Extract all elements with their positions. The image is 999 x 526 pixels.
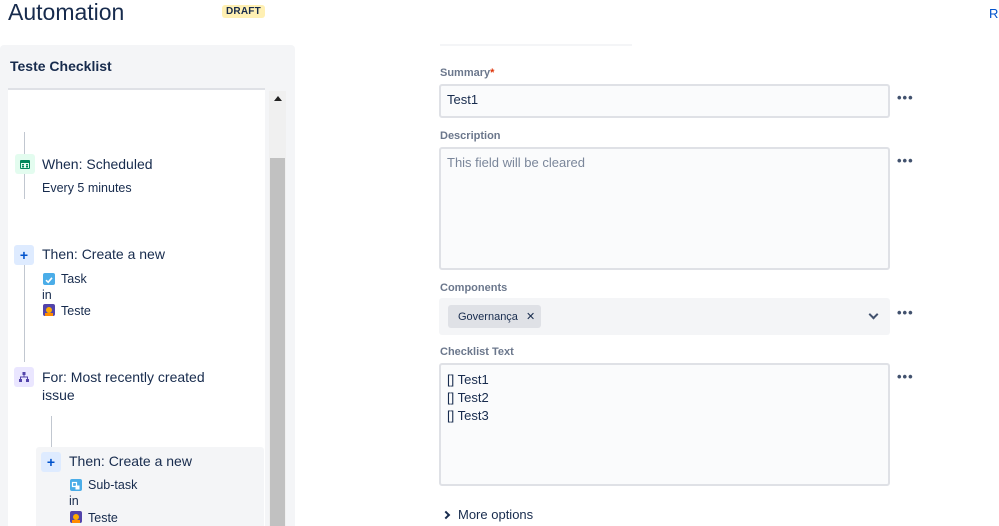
checklist-text-input[interactable]: [] Test1 [] Test2 [] Test3	[439, 363, 890, 486]
remove-tag-icon[interactable]: ✕	[526, 310, 535, 323]
summary-more-icon[interactable]: •••	[897, 90, 914, 105]
plus-icon: +	[14, 245, 34, 265]
component-tag: Governança ✕	[448, 305, 542, 328]
components-label: Components	[440, 282, 508, 294]
rule-title: Teste Checklist	[10, 58, 112, 74]
action-title: Then: Create a new	[69, 453, 192, 469]
component-tag-label: Governança	[458, 310, 518, 323]
draft-status-badge: DRAFT	[222, 5, 265, 18]
checklist-text-label: Checklist Text	[440, 346, 514, 358]
trigger-detail: Every 5 minutes	[42, 181, 132, 195]
components-more-icon[interactable]: •••	[897, 305, 914, 320]
rule-panel: Teste Checklist When: Scheduled Every 5 …	[0, 45, 295, 526]
calendar-icon	[15, 154, 35, 174]
project-label: Teste	[88, 511, 118, 525]
action-step-create-task[interactable]: + Then: Create a new Task in Teste	[8, 240, 265, 320]
branch-title-line2: issue	[42, 387, 75, 403]
chevron-down-icon[interactable]	[868, 309, 879, 320]
checklist-line: [] Test3	[447, 408, 489, 423]
project-label: Teste	[61, 304, 91, 318]
chevron-right-icon	[441, 510, 451, 519]
project-avatar-icon	[43, 304, 55, 316]
issue-type-label: Sub-task	[88, 478, 138, 492]
description-label: Description	[440, 130, 501, 142]
checklist-line: [] Test2	[447, 390, 489, 405]
action-title: Then: Create a new	[42, 246, 165, 262]
description-more-icon[interactable]: •••	[897, 153, 914, 168]
checklist-line: [] Test1	[447, 372, 489, 387]
rule-steps-list: When: Scheduled Every 5 minutes + Then: …	[8, 90, 265, 526]
branch-icon	[14, 367, 34, 387]
scrollbar-thumb[interactable]	[270, 158, 285, 526]
branch-title-line1: For: Most recently created	[42, 369, 205, 385]
page-title: Automation	[8, 0, 125, 25]
scroll-up-arrow-icon[interactable]	[269, 91, 286, 105]
more-options-toggle[interactable]: More options	[441, 507, 533, 522]
checklist-more-icon[interactable]: •••	[897, 369, 914, 384]
components-select[interactable]: Governança ✕	[439, 298, 890, 335]
subtask-type-icon	[70, 479, 82, 491]
description-placeholder: This field will be cleared	[447, 155, 586, 170]
trigger-step-scheduled[interactable]: When: Scheduled Every 5 minutes	[8, 90, 265, 200]
issue-type-label: Task	[61, 272, 87, 286]
trigger-title: When: Scheduled	[42, 156, 153, 172]
description-input[interactable]: This field will be cleared	[439, 147, 890, 270]
connector-word: in	[69, 494, 79, 508]
form-top-divider	[440, 44, 632, 46]
summary-input[interactable]: Test1	[439, 84, 890, 118]
required-mark: *	[490, 67, 495, 79]
summary-label: Summary*	[440, 67, 495, 79]
connector-word: in	[42, 288, 52, 302]
task-type-icon	[43, 273, 55, 285]
plus-icon: +	[41, 452, 61, 472]
action-step-create-subtask[interactable]: + Then: Create a new Sub-task in Teste	[36, 447, 264, 526]
branch-step-most-recent[interactable]: For: Most recently created issue	[8, 362, 265, 412]
project-avatar-icon	[70, 511, 82, 523]
top-right-link[interactable]: Re	[989, 6, 999, 21]
